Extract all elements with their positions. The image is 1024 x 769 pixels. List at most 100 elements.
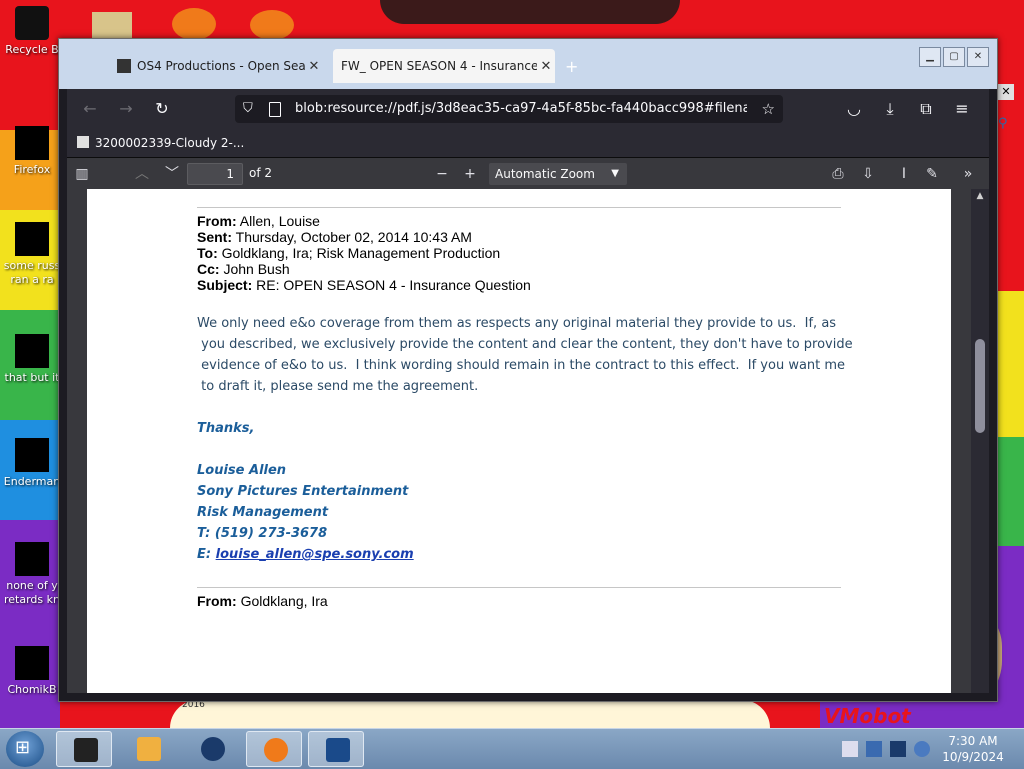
email-from: From: Allen, Louise xyxy=(197,213,320,229)
taskbar-item-app[interactable] xyxy=(184,731,240,767)
zoom-select-value: Automatic Zoom xyxy=(495,167,595,181)
maximize-button[interactable]: ▢ xyxy=(943,47,965,67)
close-window-button[interactable]: ✕ xyxy=(967,47,989,67)
black-box-icon xyxy=(74,738,98,762)
tab-os4-productions[interactable]: OS4 Productions - Open Season ✕ xyxy=(109,49,323,83)
draw-icon[interactable]: ✎ xyxy=(923,165,941,183)
taskbar: ⊞ 7:30 AM 10/9/2024 xyxy=(0,728,1024,769)
start-button[interactable]: ⊞ xyxy=(6,731,44,767)
bookmark-star-icon[interactable]: ☆ xyxy=(762,95,775,123)
desktop-folder-icon[interactable] xyxy=(92,12,132,40)
pdf-toolbar: ▥ ︿ ﹀ 1 of 2 − + Automatic Zoom ▼ ⎙ ⇩ I … xyxy=(67,157,989,190)
desktop-icon-label: ChomikB xyxy=(7,683,57,696)
text-tool-icon[interactable]: I xyxy=(895,165,913,183)
bookmark-favicon-icon xyxy=(77,136,89,148)
network-icon[interactable] xyxy=(866,741,882,757)
scroll-up-icon[interactable]: ▲ xyxy=(974,191,986,203)
download-icon[interactable]: ⤓ xyxy=(879,98,901,120)
previous-page-icon[interactable]: ︿ xyxy=(133,165,151,183)
pdf-page: From: Allen, Louise Sent: Thursday, Octo… xyxy=(87,189,951,693)
navigation-bar: ← → ↻ ⛉ blob:resource://pdf.js/3d8eac35-… xyxy=(67,89,989,129)
taskbar-item-firefox[interactable] xyxy=(246,731,302,767)
print-icon[interactable]: ⎙ xyxy=(829,165,847,183)
clock[interactable]: 7:30 AM 10/9/2024 xyxy=(938,733,1008,765)
desktop-orange-icon[interactable] xyxy=(172,8,216,40)
show-hidden-icons-icon[interactable] xyxy=(842,741,858,757)
email-cc: Cc: John Bush xyxy=(197,261,290,277)
signature-name: Louise Allen xyxy=(197,463,287,478)
extensions-icon[interactable]: ⧉ xyxy=(915,98,937,120)
desktop-icon-6[interactable]: none of y retards kn xyxy=(2,542,62,607)
desktop-icon-chomik[interactable]: ChomikB xyxy=(2,646,62,697)
desktop-icon-enderman[interactable]: Enderman xyxy=(2,438,62,489)
tab-close-icon[interactable]: ✕ xyxy=(537,59,555,74)
file-icon xyxy=(15,438,49,472)
chevron-down-icon: ▼ xyxy=(611,168,619,179)
zoom-in-icon[interactable]: + xyxy=(461,165,479,183)
zoom-select[interactable]: Automatic Zoom ▼ xyxy=(489,163,627,185)
taskbar-item-tablet[interactable] xyxy=(308,731,364,767)
page-number-input[interactable]: 1 xyxy=(187,163,243,185)
desktop-icon-label: Enderman xyxy=(3,475,61,488)
back-button[interactable]: ← xyxy=(79,98,101,120)
url-text[interactable]: blob:resource://pdf.js/3d8eac35-ca97-4a5… xyxy=(295,95,747,123)
tools-menu-icon[interactable]: » xyxy=(959,165,977,183)
save-icon[interactable]: ⇩ xyxy=(859,165,877,183)
volume-icon[interactable] xyxy=(914,741,930,757)
file-icon xyxy=(15,646,49,680)
signature-department: Risk Management xyxy=(197,505,329,520)
search-icon[interactable]: ⚲ xyxy=(998,116,1008,131)
close-icon[interactable]: ✕ xyxy=(998,84,1014,100)
email-body-line: to draft it, please send me the agreemen… xyxy=(197,379,479,394)
pdf-viewer[interactable]: From: Allen, Louise Sent: Thursday, Octo… xyxy=(67,189,989,693)
desktop-icon-recycle-bin[interactable]: Recycle B xyxy=(2,6,62,57)
taskbar-item-media-player[interactable] xyxy=(120,731,176,767)
globe-icon xyxy=(201,737,225,761)
new-tab-button[interactable]: + xyxy=(565,57,578,76)
shield-icon[interactable]: ⛉ xyxy=(243,95,253,123)
tab-insurance-question[interactable]: FW_ OPEN SEASON 4 - Insurance Q ✕ xyxy=(333,49,555,83)
zoom-out-icon[interactable]: − xyxy=(433,165,451,183)
tablet-icon xyxy=(326,738,350,762)
file-icon xyxy=(15,334,49,368)
desktop-icon-4[interactable]: that but it xyxy=(2,334,62,385)
pocket-icon[interactable]: ◡ xyxy=(843,98,865,120)
taskbar-item-recycle[interactable] xyxy=(56,731,112,767)
email-subject: Subject: RE: OPEN SEASON 4 - Insurance Q… xyxy=(197,277,531,293)
tab-favicon-icon xyxy=(117,59,131,73)
email-body-line: We only need e&o coverage from them as r… xyxy=(197,316,837,331)
bookmark-label: 3200002339-Cloudy 2-... xyxy=(95,136,245,150)
title-bar: OS4 Productions - Open Season ✕ FW_ OPEN… xyxy=(59,39,997,89)
url-bar[interactable]: ⛉ blob:resource://pdf.js/3d8eac35-ca97-4… xyxy=(235,95,783,123)
email-next-from: From: Goldklang, Ira xyxy=(197,593,328,609)
divider xyxy=(197,587,841,588)
bookmark-item[interactable]: 3200002339-Cloudy 2-... xyxy=(67,136,244,150)
desktop-orange-icon-2[interactable] xyxy=(250,10,294,40)
reload-button[interactable]: ↻ xyxy=(151,98,173,120)
page-icon xyxy=(269,102,281,117)
signature-email-link[interactable]: louise_allen@spe.sony.com xyxy=(216,547,414,562)
wallpaper-face xyxy=(170,700,770,728)
sidebar-toggle-icon[interactable]: ▥ xyxy=(73,165,91,183)
menu-icon[interactable]: ≡ xyxy=(951,98,973,120)
file-icon xyxy=(15,222,49,256)
tab-title: FW_ OPEN SEASON 4 - Insurance Q xyxy=(341,59,537,73)
monitor-icon[interactable] xyxy=(890,741,906,757)
tab-title: OS4 Productions - Open Season xyxy=(137,59,305,73)
next-page-icon[interactable]: ﹀ xyxy=(163,165,181,183)
firefox-icon xyxy=(15,126,49,160)
system-tray xyxy=(838,731,934,767)
scrollbar-thumb[interactable] xyxy=(975,339,985,433)
desktop-icon-firefox[interactable]: Firefox xyxy=(2,126,62,177)
tab-close-icon[interactable]: ✕ xyxy=(305,59,323,74)
minimize-button[interactable]: ▁ xyxy=(919,47,941,67)
wallpaper-watermark: VMobot xyxy=(824,704,911,728)
desktop-icon-label: that but it xyxy=(4,371,60,384)
recycle-bin-icon xyxy=(15,6,49,40)
desktop-icon-3[interactable]: some russ ran a ra xyxy=(2,222,62,287)
forward-button[interactable]: → xyxy=(115,98,137,120)
clock-date: 10/9/2024 xyxy=(942,750,1004,764)
page-count: of 2 xyxy=(249,166,273,180)
scrollbar[interactable]: ▲ xyxy=(971,189,989,693)
media-player-icon xyxy=(137,737,161,761)
